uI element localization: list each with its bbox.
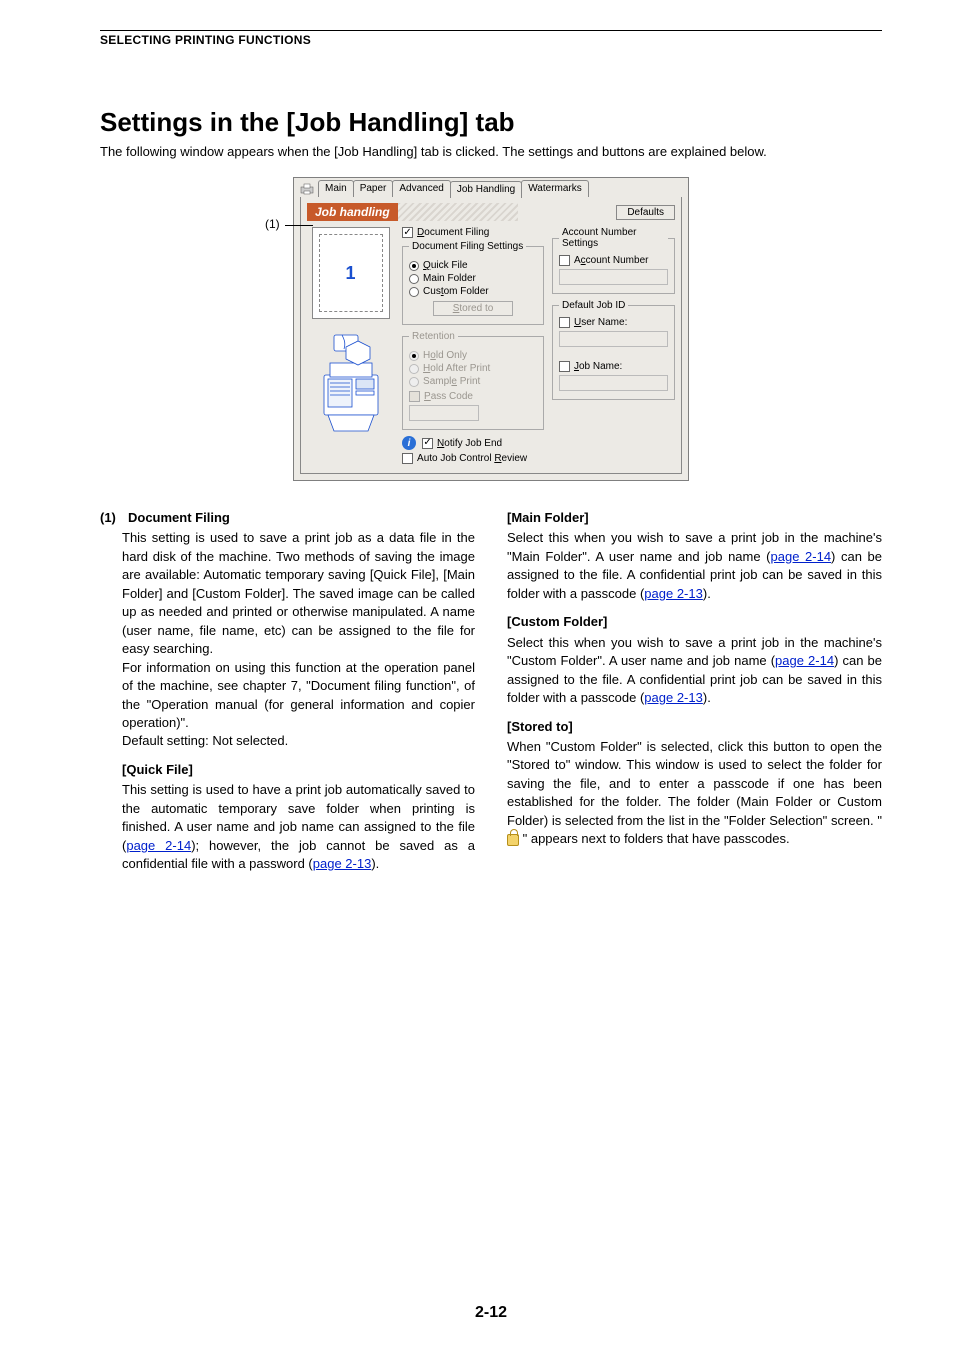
link-page-2-13-a[interactable]: page 2-13 bbox=[313, 856, 372, 871]
intro-text: The following window appears when the [J… bbox=[100, 144, 882, 159]
radio-icon bbox=[409, 274, 419, 284]
tab-advanced[interactable]: Advanced bbox=[392, 180, 450, 197]
stored-to-button[interactable]: Stored to bbox=[433, 301, 513, 316]
hold-after-print-radio: Hold After Print bbox=[409, 363, 537, 374]
acct-legend: Account Number Settings bbox=[559, 227, 668, 249]
para-doc-filing-3: Default setting: Not selected. bbox=[122, 732, 475, 750]
tab-main[interactable]: Main bbox=[318, 180, 354, 197]
user-name-input bbox=[559, 331, 668, 347]
account-number-input bbox=[559, 269, 668, 285]
page-preview: 1 bbox=[312, 227, 390, 319]
auto-job-control-review-checkbox[interactable]: Auto Job Control Review bbox=[402, 453, 544, 464]
radio-icon bbox=[409, 261, 419, 271]
subhead-main-folder: [Main Folder] bbox=[507, 509, 882, 527]
checkbox-icon bbox=[559, 255, 570, 266]
hold-only-radio: Hold Only bbox=[409, 350, 537, 361]
subhead-quick-file: [Quick File] bbox=[122, 761, 475, 779]
item-number-1: (1) bbox=[100, 509, 122, 529]
page-number: 2-12 bbox=[100, 1304, 882, 1322]
account-number-settings-group: Account Number Settings Account Number bbox=[552, 227, 675, 294]
doc-filing-settings-group: Document Filing Settings Quick File Main… bbox=[402, 241, 544, 325]
radio-icon bbox=[409, 364, 419, 374]
job-handling-dialog: Main Paper Advanced Job Handling Waterma… bbox=[293, 177, 689, 481]
checkbox-icon bbox=[559, 361, 570, 372]
default-job-id-legend: Default Job ID bbox=[559, 300, 628, 311]
checkbox-icon bbox=[402, 453, 413, 464]
checkbox-icon bbox=[402, 227, 413, 238]
custom-folder-radio[interactable]: Custom Folder bbox=[409, 286, 537, 297]
main-folder-radio[interactable]: Main Folder bbox=[409, 273, 537, 284]
page-preview-number: 1 bbox=[346, 263, 356, 284]
tab-watermarks[interactable]: Watermarks bbox=[521, 180, 589, 197]
quick-file-radio[interactable]: Quick File bbox=[409, 260, 537, 271]
link-page-2-14-a[interactable]: page 2-14 bbox=[126, 838, 191, 853]
job-name-input bbox=[559, 375, 668, 391]
notify-job-end-checkbox[interactable]: i Notify Job End bbox=[402, 436, 544, 450]
defaults-button[interactable]: Defaults bbox=[616, 205, 675, 220]
page-title: Settings in the [Job Handling] tab bbox=[100, 107, 882, 138]
document-filing-checkbox[interactable]: Document Filing bbox=[402, 227, 544, 238]
section-header: SELECTING PRINTING FUNCTIONS bbox=[100, 33, 882, 47]
item-heading-doc-filing: Document Filing bbox=[128, 509, 230, 527]
banner-stripe bbox=[398, 203, 518, 221]
tab-job-handling[interactable]: Job Handling bbox=[450, 181, 522, 198]
dialog-figure: (1) Main Paper Advanced Job Handling Wat… bbox=[293, 177, 689, 481]
job-name-checkbox[interactable]: Job Name: bbox=[559, 361, 668, 372]
subhead-custom-folder: [Custom Folder] bbox=[507, 613, 882, 631]
link-page-2-14-c[interactable]: page 2-14 bbox=[775, 653, 834, 668]
passcode-checkbox: Pass Code bbox=[409, 391, 537, 402]
para-main-folder: Select this when you wish to save a prin… bbox=[507, 529, 882, 603]
sample-print-radio: Sample Print bbox=[409, 376, 537, 387]
banner-title: Job handling bbox=[307, 203, 398, 221]
tab-paper[interactable]: Paper bbox=[353, 180, 394, 197]
info-icon: i bbox=[402, 436, 416, 450]
link-page-2-13-c[interactable]: page 2-13 bbox=[644, 690, 703, 705]
retention-legend: Retention bbox=[409, 331, 458, 342]
lock-icon bbox=[507, 834, 519, 846]
radio-icon bbox=[409, 287, 419, 297]
para-doc-filing-2: For information on using this function a… bbox=[122, 659, 475, 733]
dfs-legend: Document Filing Settings bbox=[409, 241, 526, 252]
para-stored-to: When "Custom Folder" is selected, click … bbox=[507, 738, 882, 849]
retention-group: Retention Hold Only Hold After Print Sam… bbox=[402, 331, 544, 430]
radio-icon bbox=[409, 351, 419, 361]
callout-1-line bbox=[285, 225, 313, 226]
para-custom-folder: Select this when you wish to save a prin… bbox=[507, 634, 882, 708]
para-quick-file: This setting is used to have a print job… bbox=[122, 781, 475, 873]
default-job-id-group: Default Job ID User Name: Job Name: bbox=[552, 300, 675, 400]
link-page-2-14-b[interactable]: page 2-14 bbox=[771, 549, 832, 564]
subhead-stored-to: [Stored to] bbox=[507, 718, 882, 736]
user-name-checkbox[interactable]: User Name: bbox=[559, 317, 668, 328]
checkbox-icon bbox=[409, 391, 420, 402]
passcode-input bbox=[409, 405, 479, 421]
checkbox-icon bbox=[559, 317, 570, 328]
printer-illustration-icon bbox=[316, 329, 386, 439]
account-number-checkbox[interactable]: Account Number bbox=[559, 255, 668, 266]
checkbox-icon bbox=[422, 438, 433, 449]
printer-icon bbox=[300, 183, 314, 195]
link-page-2-13-b[interactable]: page 2-13 bbox=[644, 586, 703, 601]
callout-1-label: (1) bbox=[265, 217, 280, 231]
document-filing-label: Document Filing bbox=[417, 227, 489, 238]
radio-icon bbox=[409, 377, 419, 387]
para-doc-filing-1: This setting is used to save a print job… bbox=[122, 529, 475, 658]
